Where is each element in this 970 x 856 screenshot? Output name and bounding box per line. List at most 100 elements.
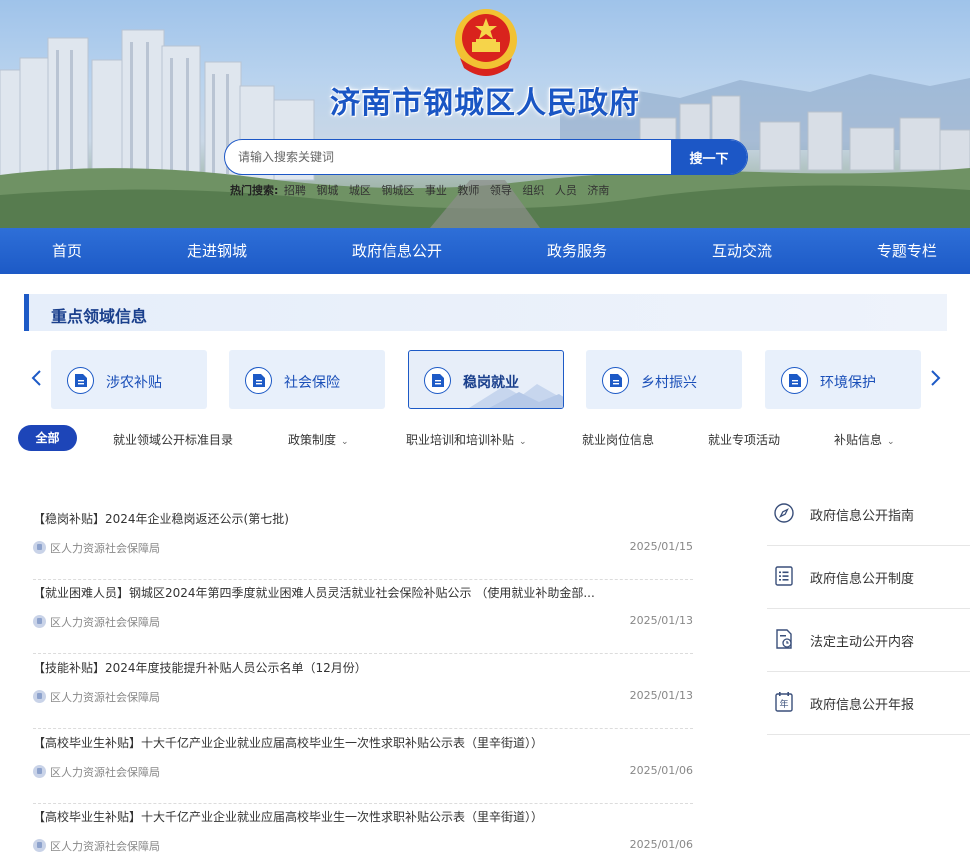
category-card-environment[interactable]: 环境保护 xyxy=(765,350,921,409)
chevron-down-icon: ⌄ xyxy=(519,437,527,447)
hot-search-word[interactable]: 事业 xyxy=(425,184,447,197)
department-icon xyxy=(33,839,46,852)
nav-item-special-topics[interactable]: 专题专栏 xyxy=(877,228,937,274)
news-title-link[interactable]: 【高校毕业生补贴】十大千亿产业企业就业应届高校毕业生一次性求职补贴公示表（里辛街… xyxy=(33,734,693,751)
filter-standard-catalog[interactable]: 就业领域公开标准目录 xyxy=(113,431,233,448)
filter-bar: 全部 就业领域公开标准目录 政策制度 ⌄ 职业培训和培训补贴 ⌄ 就业岗位信息 就业… xyxy=(0,420,970,460)
search-input[interactable] xyxy=(225,140,673,174)
document-clock-icon xyxy=(776,629,792,649)
filter-training[interactable]: 职业培训和培训补贴 ⌄ xyxy=(406,431,527,448)
news-source: 区人力资源社会保障局 xyxy=(33,838,160,854)
side-link-annual-report[interactable]: 年 政府信息公开年报 xyxy=(767,671,970,735)
calendar-year-icon: 年 xyxy=(775,692,793,712)
nav-item-home[interactable]: 首页 xyxy=(52,228,82,274)
carousel-next-arrow[interactable] xyxy=(930,369,942,391)
category-card-label: 涉农补贴 xyxy=(106,375,162,391)
hot-search-word[interactable]: 教师 xyxy=(457,184,479,197)
category-card-label: 环境保护 xyxy=(820,375,876,391)
hot-search-word[interactable]: 城区 xyxy=(349,184,371,197)
side-link-label: 政府信息公开制度 xyxy=(810,572,915,587)
news-date: 2025/01/15 xyxy=(629,540,693,553)
nav-item-gov-services[interactable]: 政务服务 xyxy=(547,228,607,274)
document-icon xyxy=(602,367,629,394)
news-title-link[interactable]: 【高校毕业生补贴】十大千亿产业企业就业应届高校毕业生一次性求职补贴公示表（里辛街… xyxy=(33,808,693,825)
filter-label: 就业专项活动 xyxy=(708,433,781,447)
document-icon xyxy=(424,367,451,394)
hot-search-label: 热门搜索: xyxy=(230,184,279,197)
nav-item-about[interactable]: 走进钢城 xyxy=(187,228,247,274)
filter-label: 政策制度 xyxy=(288,433,337,447)
national-emblem-icon xyxy=(455,9,517,76)
filter-label: 就业领域公开标准目录 xyxy=(113,433,234,447)
department-icon xyxy=(33,541,46,554)
category-card-label: 社会保险 xyxy=(284,375,340,391)
main-nav: 首页 走进钢城 政府信息公开 政务服务 互动交流 专题专栏 xyxy=(0,228,970,274)
category-card-employment[interactable]: 稳岗就业 xyxy=(408,350,564,409)
category-card-social-insurance[interactable]: 社会保险 xyxy=(229,350,385,409)
news-source: 区人力资源社会保障局 xyxy=(33,614,160,630)
section-header: 重点领域信息 xyxy=(24,294,947,331)
news-source: 区人力资源社会保障局 xyxy=(33,540,160,556)
news-list-item: 【高校毕业生补贴】十大千亿产业企业就业应届高校毕业生一次性求职补贴公示表（里辛街… xyxy=(33,734,693,804)
chevron-left-icon xyxy=(31,370,41,386)
hot-search-bar: 热门搜索: 招聘 钢城 城区 钢城区 事业 教师 领导 组织 人员 济南 xyxy=(230,182,616,198)
hot-search-word[interactable]: 钢城区 xyxy=(381,184,414,197)
category-card-label: 稳岗就业 xyxy=(463,375,519,391)
search-button[interactable]: 搜一下 xyxy=(671,140,747,174)
filter-job-info[interactable]: 就业岗位信息 xyxy=(582,431,654,448)
news-source: 区人力资源社会保障局 xyxy=(33,689,160,705)
news-list-item: 【高校毕业生补贴】十大千亿产业企业就业应届高校毕业生一次性求职补贴公示表（里辛街… xyxy=(33,808,693,856)
document-icon xyxy=(781,367,808,394)
side-link-label: 政府信息公开年报 xyxy=(810,698,915,713)
category-card-label: 乡村振兴 xyxy=(641,375,697,391)
hot-search-word[interactable]: 组织 xyxy=(522,184,544,197)
side-link-label: 法定主动公开内容 xyxy=(810,635,915,650)
news-source: 区人力资源社会保障局 xyxy=(33,764,160,780)
filter-special-activities[interactable]: 就业专项活动 xyxy=(708,431,780,448)
filter-policy[interactable]: 政策制度 ⌄ xyxy=(288,431,349,448)
search-box: 搜一下 xyxy=(224,139,748,175)
news-date: 2025/01/13 xyxy=(629,689,693,702)
side-link-disclosure-guide[interactable]: 政府信息公开指南 xyxy=(767,482,970,546)
site-title: 济南市钢城区人民政府 xyxy=(330,86,640,121)
news-date: 2025/01/06 xyxy=(629,838,693,851)
news-date: 2025/01/13 xyxy=(629,614,693,627)
side-link-mandatory-content[interactable]: 法定主动公开内容 xyxy=(767,608,970,672)
header-banner: 济南市钢城区人民政府 搜一下 热门搜索: 招聘 钢城 城区 钢城区 事业 教师 … xyxy=(0,0,970,228)
filter-label: 就业岗位信息 xyxy=(582,433,655,447)
hot-search-word[interactable]: 人员 xyxy=(555,184,577,197)
news-title-link[interactable]: 【稳岗补贴】2024年企业稳岗返还公示(第七批) xyxy=(33,510,693,527)
document-icon xyxy=(245,367,272,394)
news-list-item: 【就业困难人员】钢城区2024年第四季度就业困难人员灵活就业社会保险补贴公示 （… xyxy=(33,584,693,654)
chevron-down-icon: ⌄ xyxy=(887,437,895,447)
nav-item-info-disclosure[interactable]: 政府信息公开 xyxy=(352,228,442,274)
category-card-agri-subsidy[interactable]: 涉农补贴 xyxy=(51,350,207,409)
filter-all-button[interactable]: 全部 xyxy=(18,425,77,451)
chevron-right-icon xyxy=(931,370,941,386)
section-title: 重点领域信息 xyxy=(51,307,148,326)
news-list-item: 【技能补贴】2024年度技能提升补贴人员公示名单（12月份） 区人力资源社会保障… xyxy=(33,659,693,729)
filter-subsidy-info[interactable]: 补贴信息 ⌄ xyxy=(834,431,895,448)
filter-label: 补贴信息 xyxy=(834,433,883,447)
svg-text:年: 年 xyxy=(779,698,788,710)
news-list-item: 【稳岗补贴】2024年企业稳岗返还公示(第七批) 区人力资源社会保障局 2025… xyxy=(33,510,693,580)
filter-label: 职业培训和培训补贴 xyxy=(406,433,515,447)
department-icon xyxy=(33,690,46,703)
hot-search-word[interactable]: 招聘 xyxy=(284,184,306,197)
compass-icon xyxy=(774,503,794,523)
chevron-down-icon: ⌄ xyxy=(341,437,349,447)
category-card-rural-revitalization[interactable]: 乡村振兴 xyxy=(586,350,742,409)
department-icon xyxy=(33,615,46,628)
news-title-link[interactable]: 【技能补贴】2024年度技能提升补贴人员公示名单（12月份） xyxy=(33,659,693,676)
news-title-link[interactable]: 【就业困难人员】钢城区2024年第四季度就业困难人员灵活就业社会保险补贴公示 （… xyxy=(33,584,693,601)
news-date: 2025/01/06 xyxy=(629,764,693,777)
hot-search-word[interactable]: 钢城 xyxy=(316,184,338,197)
document-icon xyxy=(67,367,94,394)
side-link-disclosure-system[interactable]: 政府信息公开制度 xyxy=(767,545,970,609)
carousel-prev-arrow[interactable] xyxy=(30,369,42,391)
department-icon xyxy=(33,765,46,778)
hot-search-word[interactable]: 领导 xyxy=(490,184,512,197)
hot-search-word[interactable]: 济南 xyxy=(587,184,609,197)
nav-item-interaction[interactable]: 互动交流 xyxy=(712,228,772,274)
side-link-label: 政府信息公开指南 xyxy=(810,509,915,524)
